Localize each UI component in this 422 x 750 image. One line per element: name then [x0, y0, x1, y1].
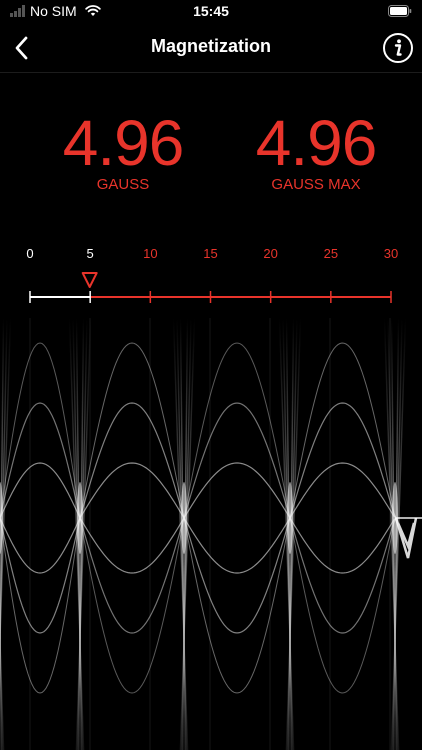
scale-tick-label: 0	[26, 246, 33, 261]
waveform-curve	[0, 342, 422, 694]
status-bar: No SIM 15:45	[0, 0, 422, 24]
max-reading: 4.96 GAUSS MAX	[226, 108, 406, 193]
waveform-curve	[0, 462, 422, 574]
waveform-curve	[0, 462, 422, 574]
scale-tick-label: 10	[143, 246, 157, 261]
node-glow	[287, 482, 293, 554]
current-reading-value: 4.96	[62, 107, 185, 179]
scale-tick-label: 30	[384, 246, 398, 261]
info-button[interactable]	[382, 32, 414, 64]
scale-tick-label: 25	[324, 246, 338, 261]
scale-tick-label: 15	[203, 246, 217, 261]
info-icon	[397, 39, 401, 44]
waveform-curve	[0, 402, 422, 634]
scale-pointer-icon	[81, 272, 98, 288]
waveform-curve	[0, 402, 422, 634]
current-reading-unit: GAUSS	[96, 176, 150, 193]
scale-tick-label: 20	[263, 246, 277, 261]
field-waveform	[0, 318, 422, 750]
battery-icon	[388, 5, 412, 17]
navigation-bar: Magnetization	[0, 24, 422, 73]
current-reading: 4.96 GAUSS	[33, 108, 213, 193]
node-glow	[181, 482, 187, 554]
status-time: 15:45	[193, 3, 229, 19]
gauss-scale: 0 5 10 15 20 25 30	[26, 246, 398, 303]
node-glow	[77, 482, 83, 554]
max-reading-unit: GAUSS MAX	[271, 176, 361, 193]
scale-tick-label: 5	[87, 246, 94, 261]
page-title: Magnetization	[151, 36, 271, 56]
waveform-curve	[0, 342, 422, 694]
max-reading-value: 4.96	[255, 107, 378, 179]
